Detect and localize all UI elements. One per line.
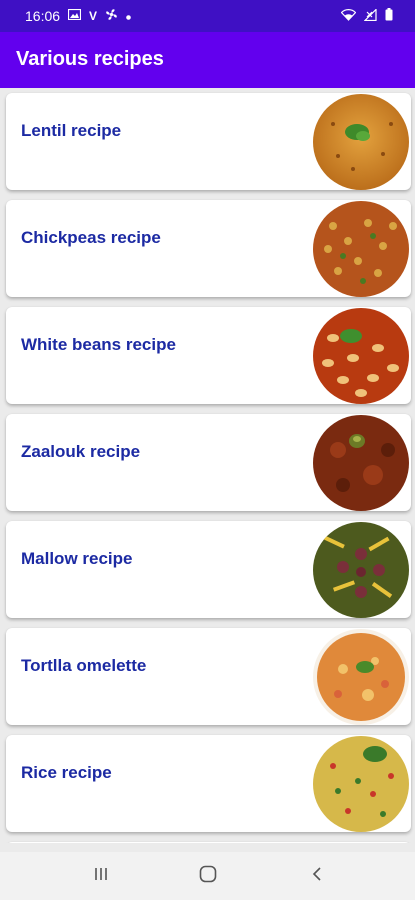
battery-icon (385, 8, 393, 24)
zaalouk-dish-photo (313, 415, 409, 511)
recipe-list[interactable]: Lentil recipe Chickpeas recipe White bea… (0, 88, 415, 843)
v-icon: V (89, 9, 98, 23)
home-icon (199, 865, 217, 888)
tortilla-omelette-photo (313, 629, 409, 725)
recipe-card-partial[interactable] (6, 842, 411, 843)
back-button[interactable] (302, 862, 332, 890)
recipe-card-rice[interactable]: Rice recipe (6, 735, 411, 832)
fan-icon (105, 8, 118, 24)
status-time: 16:06 (25, 8, 61, 24)
recipe-title: Mallow recipe (21, 549, 133, 568)
status-right-icons (340, 7, 393, 24)
recipe-card-chickpeas[interactable]: Chickpeas recipe (6, 200, 411, 297)
recipe-title: Lentil recipe (21, 121, 122, 140)
mallow-dish-photo (313, 522, 409, 618)
recipe-card-mallow[interactable]: Mallow recipe (6, 521, 411, 618)
page-title: Various recipes (16, 48, 164, 70)
recipe-title: Zaalouk recipe (21, 442, 141, 461)
chickpeas-dish-photo (313, 201, 409, 297)
recipe-title: Tortlla omelette (21, 656, 147, 675)
recent-apps-button[interactable] (86, 862, 116, 890)
lentil-dish-photo (313, 94, 409, 190)
recipe-card-lentil[interactable]: Lentil recipe (6, 93, 411, 190)
wifi-icon (340, 8, 357, 24)
recipe-card-white-beans[interactable]: White beans recipe (6, 307, 411, 404)
recipe-card-zaalouk[interactable]: Zaalouk recipe (6, 414, 411, 511)
recipe-title: White beans recipe (21, 335, 176, 354)
image-icon (67, 8, 82, 23)
status-bar: 16:06 V (0, 0, 415, 32)
white-beans-dish-photo (313, 308, 409, 404)
recent-apps-icon (93, 866, 109, 887)
back-icon (311, 866, 323, 887)
dot-icon (126, 9, 131, 23)
status-left-icons: V (67, 8, 131, 24)
recipe-title: Chickpeas recipe (21, 228, 161, 247)
recipe-card-tortilla[interactable]: Tortlla omelette (6, 628, 411, 725)
home-button[interactable] (193, 862, 223, 890)
nav-bar (0, 852, 415, 900)
recipe-title: Rice recipe (21, 763, 112, 782)
signal-icon (363, 7, 377, 24)
app-bar: Various recipes (0, 32, 415, 88)
rice-dish-photo (313, 736, 409, 832)
